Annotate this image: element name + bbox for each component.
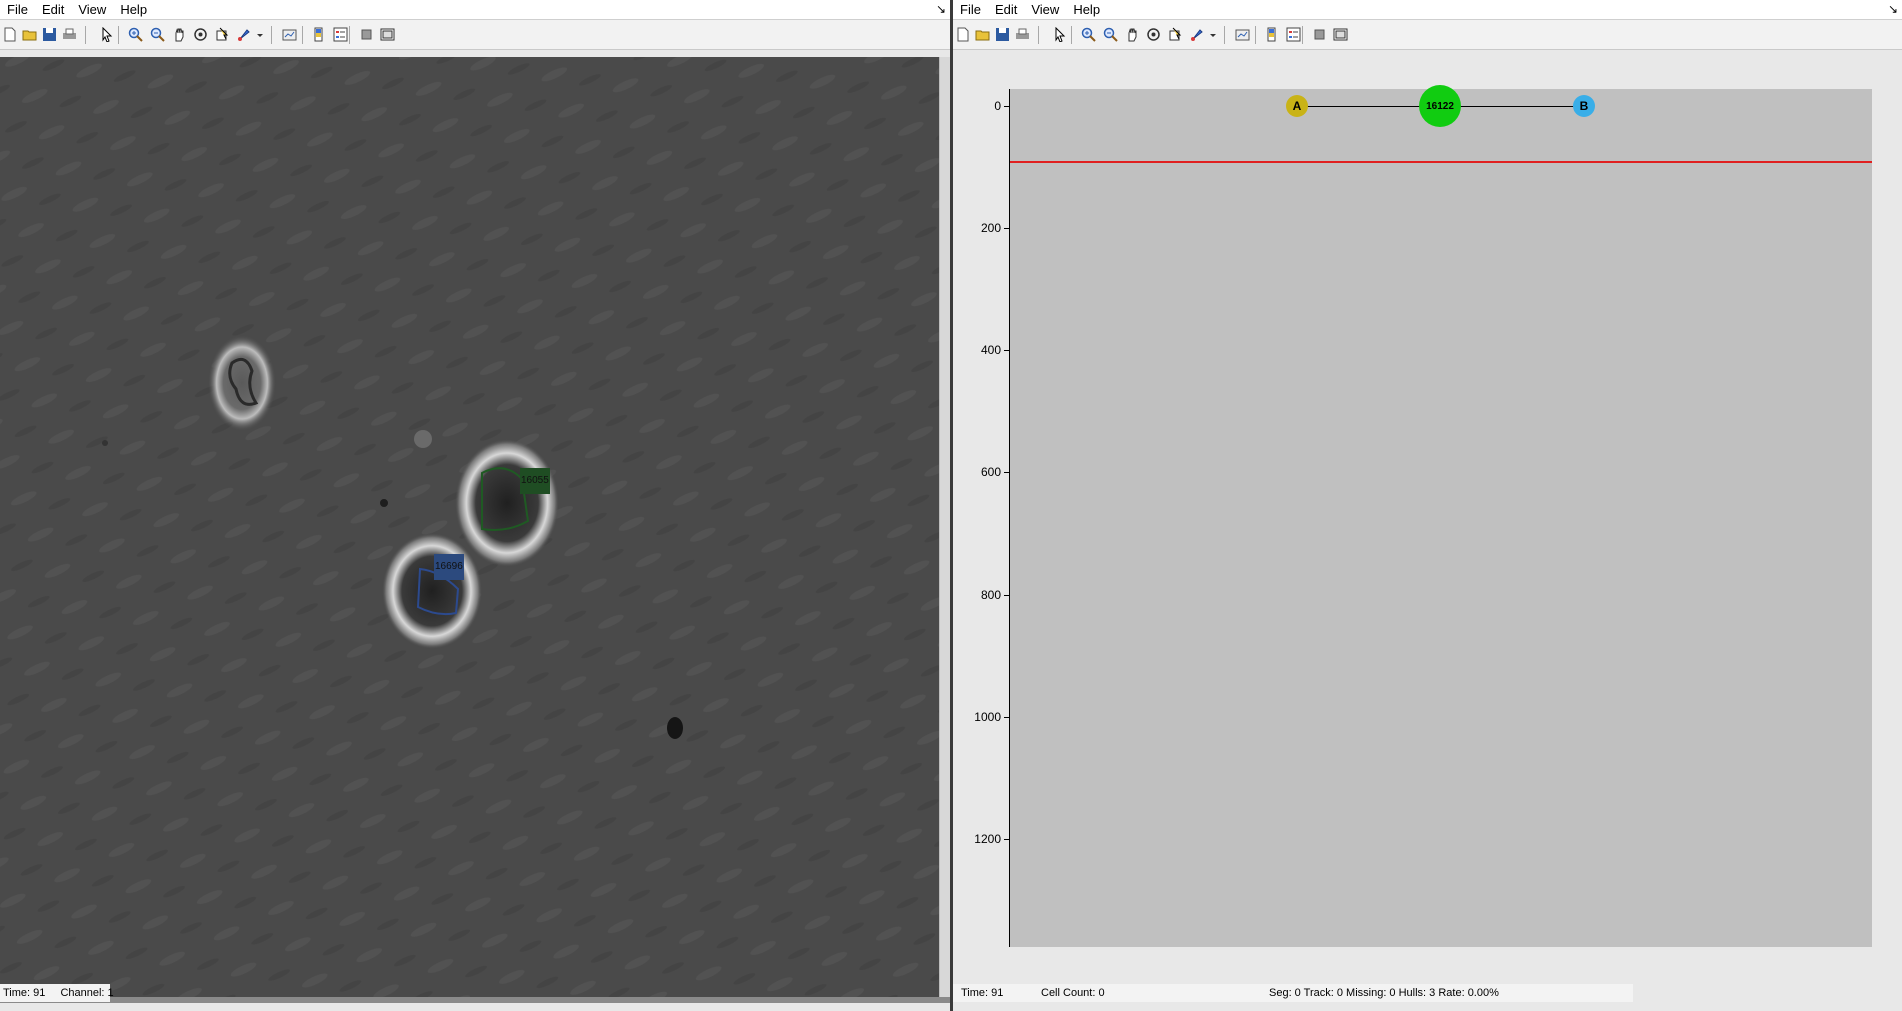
link-plot-icon[interactable] [281,26,298,43]
y-tick-label: 0 [994,99,1001,113]
current-time-line[interactable] [1010,161,1872,163]
brush-dropdown-icon[interactable] [256,26,264,43]
cell-label-16696[interactable]: 16696 [434,554,464,580]
colorbar-icon[interactable] [1263,26,1280,43]
zoom-in-icon[interactable] [127,26,144,43]
y-tick-label: 600 [980,465,1001,479]
new-file-icon[interactable] [1,26,18,43]
hide-tools-icon[interactable] [1311,26,1328,43]
toolbar-separator [85,26,86,44]
new-file-icon[interactable] [954,26,971,43]
print-icon[interactable] [1014,26,1031,43]
toolbar-separator [1071,26,1072,44]
toolbar-separator [1255,26,1256,44]
menu-edit[interactable]: Edit [35,0,71,19]
show-tools-icon[interactable] [379,26,396,43]
toolbar-separator [1302,26,1303,44]
lineage-node-16122[interactable]: 16122 [1419,85,1461,127]
toolbar-separator [349,26,350,44]
cell-blob [208,335,276,431]
y-tick-label: 1000 [974,710,1001,724]
menubar: File Edit View Help ↘ [0,0,950,20]
status-cell-count: Cell Count: 0 [1041,987,1105,999]
zoom-out-icon[interactable] [149,26,166,43]
cell-image[interactable] [0,57,940,997]
link-plot-icon[interactable] [1234,26,1251,43]
menu-view[interactable]: View [71,0,113,19]
menu-file[interactable]: File [953,0,988,19]
cell-halo-16055 [455,439,559,567]
rotate-3d-icon[interactable] [192,26,209,43]
brush-dropdown-icon[interactable] [1209,26,1217,43]
y-tick-mark [1004,717,1009,718]
toolbar [0,20,950,50]
print-icon[interactable] [61,26,78,43]
pointer-icon[interactable] [1051,26,1068,43]
pan-hand-icon[interactable] [171,26,188,43]
menu-view[interactable]: View [1024,0,1066,19]
status-time: Time: 91 [961,987,1004,999]
menu-help[interactable]: Help [113,0,154,19]
colorbar-icon[interactable] [310,26,327,43]
y-tick-mark [1004,106,1009,107]
debris-spot [102,440,108,446]
cell-label-16055[interactable]: 16055 [520,468,550,494]
zoom-out-icon[interactable] [1102,26,1119,43]
status-summary: Seg: 0 Track: 0 Missing: 0 Hulls: 3 Rate… [1269,987,1499,999]
brush-icon[interactable] [236,26,253,43]
hide-tools-icon[interactable] [358,26,375,43]
y-axis [1009,89,1010,947]
toolbar-separator [118,26,119,44]
pan-hand-icon[interactable] [1124,26,1141,43]
dock-icon[interactable]: ↘ [936,0,946,18]
y-tick-mark [1004,839,1009,840]
horizontal-scrollbar[interactable] [0,997,950,1003]
open-folder-icon[interactable] [974,26,991,43]
y-tick-mark [1004,595,1009,596]
data-cursor-icon[interactable] [1167,26,1184,43]
legend-icon[interactable] [332,26,349,43]
lineage-tree-window: File Edit View Help ↘ 0 200 400 600 800 1000 1200… [953,0,1902,1011]
menu-help[interactable]: Help [1066,0,1107,19]
lineage-plot-area[interactable] [1010,89,1872,947]
show-tools-icon[interactable] [1332,26,1349,43]
toolbar-separator [1224,26,1225,44]
debris-spot [380,499,388,507]
menu-edit[interactable]: Edit [988,0,1024,19]
y-tick-label: 800 [980,588,1001,602]
y-tick-mark [1004,228,1009,229]
pointer-icon[interactable] [98,26,115,43]
debris-spot [414,430,432,448]
toolbar-separator [1038,26,1039,44]
vertical-scrollbar[interactable] [939,57,950,997]
lineage-node-a[interactable]: A [1286,95,1308,117]
status-bar: Time: 91 Channel: 1 [0,984,114,1002]
toolbar [953,20,1902,50]
y-tick-mark [1004,472,1009,473]
status-time: Time: 91 [3,987,46,999]
toolbar-separator [302,26,303,44]
status-channel: Channel: 1 [60,987,114,999]
open-folder-icon[interactable] [21,26,38,43]
cell-halo-16696 [382,533,482,649]
y-tick-label: 200 [980,221,1001,235]
cell-image-window: File Edit View Help ↘ 16055 16696 Time: … [0,0,950,1011]
legend-icon[interactable] [1285,26,1302,43]
rotate-3d-icon[interactable] [1145,26,1162,43]
data-cursor-icon[interactable] [214,26,231,43]
dock-icon[interactable]: ↘ [1888,0,1898,18]
debris-spot [667,717,683,739]
save-icon[interactable] [41,26,58,43]
zoom-in-icon[interactable] [1080,26,1097,43]
menu-file[interactable]: File [0,0,35,19]
y-tick-mark [1004,350,1009,351]
menubar: File Edit View Help ↘ [953,0,1902,20]
y-tick-label: 400 [980,343,1001,357]
lineage-node-b[interactable]: B [1573,95,1595,117]
save-icon[interactable] [994,26,1011,43]
y-tick-label: 1200 [974,832,1001,846]
toolbar-separator [271,26,272,44]
status-bar: Time: 91 Cell Count: 0 Seg: 0 Track: 0 M… [953,984,1633,1002]
brush-icon[interactable] [1189,26,1206,43]
